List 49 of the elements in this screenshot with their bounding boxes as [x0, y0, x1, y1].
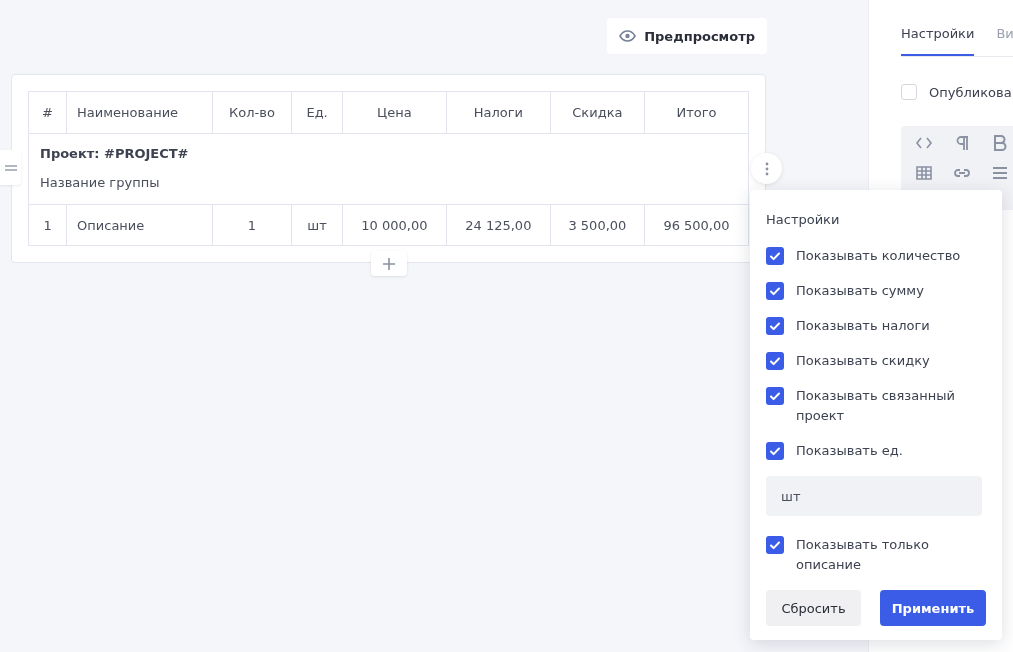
- align-icon[interactable]: [991, 164, 1009, 182]
- project-label: Проект: #PROJECT#: [40, 146, 190, 161]
- column-header: Итого: [644, 91, 749, 134]
- checkbox-label: Показывать налоги: [796, 317, 930, 335]
- checkbox[interactable]: [766, 387, 784, 405]
- checkbox[interactable]: [766, 352, 784, 370]
- preview-button[interactable]: Предпросмотр: [607, 18, 767, 54]
- checkbox[interactable]: [766, 536, 784, 554]
- checkbox-label: Показывать количество: [796, 247, 961, 265]
- column-header: Скидка: [550, 91, 645, 134]
- column-header: Ед.: [291, 91, 343, 134]
- popup-title: Настройки: [766, 212, 841, 227]
- checkbox-label: Опубликова: [929, 84, 1012, 100]
- table-cell: 24 125,00: [446, 204, 551, 246]
- reset-button[interactable]: Сбросить: [766, 590, 861, 626]
- bold-icon[interactable]: [991, 134, 1009, 152]
- column-header: Цена: [342, 91, 447, 134]
- checkbox-label: Показывать скидку: [796, 352, 930, 370]
- column-header: Наименование: [66, 91, 213, 134]
- apply-button[interactable]: Применить: [880, 590, 986, 626]
- checkbox-label: Показывать ед.: [796, 442, 903, 460]
- checkbox-label: Показывать сумму: [796, 282, 924, 300]
- checkbox[interactable]: [766, 282, 784, 300]
- table-cell: 96 500,00: [644, 204, 749, 246]
- checkbox[interactable]: [766, 247, 784, 265]
- column-header: Налоги: [446, 91, 551, 134]
- drag-icon: [4, 164, 17, 171]
- more-icon: [764, 161, 769, 176]
- column-header: #: [28, 91, 67, 134]
- checkbox[interactable]: [766, 317, 784, 335]
- table-cell: 1: [212, 204, 292, 246]
- table-cell: Описание: [66, 204, 213, 246]
- checkbox[interactable]: [766, 442, 784, 460]
- checkbox-label: Показывать только описание: [796, 536, 931, 574]
- table-cell: 10 000,00: [342, 204, 447, 246]
- drag-handle[interactable]: [0, 150, 21, 185]
- unit-field[interactable]: шт: [766, 476, 982, 516]
- table-cell: шт: [291, 204, 343, 246]
- group-name: Название группы: [40, 175, 161, 190]
- checkbox-label: Показывать связанный проект: [796, 387, 956, 425]
- add-button[interactable]: [371, 251, 407, 276]
- plus-icon: [383, 257, 395, 270]
- checkbox[interactable]: [901, 84, 917, 100]
- tab[interactable]: Настройки: [901, 26, 975, 56]
- table-icon[interactable]: [915, 164, 933, 182]
- table-cell: 1: [28, 204, 67, 246]
- column-header: Кол-во: [212, 91, 292, 134]
- table-cell: 3 500,00: [550, 204, 645, 246]
- eye-icon: [619, 30, 637, 42]
